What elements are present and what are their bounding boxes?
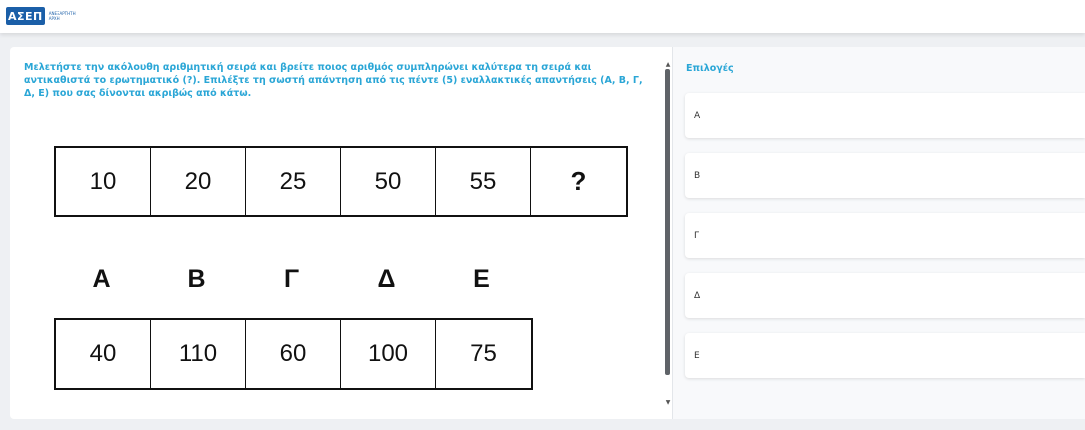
sequence-cell: 25 [246,148,341,215]
sequence-cell: 50 [341,148,436,215]
option-label: Β [694,170,701,181]
logo-caption: ΑΝΕΞΑΡΤΗΤΗ ΑΡΧΗ [49,11,76,21]
option-e[interactable]: Ε [685,333,1085,378]
options-heading: Επιλογές [686,63,734,74]
sequence-cell: 20 [151,148,246,215]
answer-value-cell: 100 [341,320,436,388]
top-bar: ΑΣΕΠ ΑΝΕΞΑΡΤΗΤΗ ΑΡΧΗ [0,0,1085,33]
answer-letter: Α [92,265,111,293]
question-scrollbar[interactable]: ▲ ▼ [664,61,672,407]
scroll-thumb[interactable] [665,69,670,375]
answer-value-cell: 110 [151,320,246,388]
option-label: Ε [694,350,700,361]
asep-logo[interactable]: ΑΣΕΠ ΑΝΕΞΑΡΤΗΤΗ ΑΡΧΗ [6,6,76,26]
logo-caption-line2: ΑΡΧΗ [48,16,60,21]
answer-values-table: 40 110 60 100 75 [54,318,533,390]
answer-value-cell: 60 [246,320,341,388]
option-d[interactable]: Δ [685,273,1085,318]
question-text: Μελετήστε την ακόλουθη αριθμητική σειρά … [24,62,643,99]
answer-letters: Α Β Γ Δ Ε [54,265,529,294]
option-label: Α [694,110,701,121]
answer-letter: Δ [377,265,396,293]
answer-value-cell: 75 [470,340,497,367]
sequence-cell: 10 [56,148,151,215]
sequence-cell: 55 [436,148,531,215]
option-label: Δ [694,290,701,301]
scroll-down-arrow-icon[interactable]: ▼ [664,399,672,407]
option-label: Γ [694,230,700,241]
sequence-cell-unknown: ? [570,166,587,196]
sequence-table: 10 20 25 50 55 ? [54,146,628,217]
question-panel: Μελετήστε την ακόλουθη αριθμητική σειρά … [10,47,672,419]
options-panel: Επιλογές Α Β Γ Δ Ε [673,47,1085,419]
answer-value-cell: 40 [56,320,151,388]
logo-mark: ΑΣΕΠ [6,7,45,25]
option-b[interactable]: Β [685,153,1085,198]
scroll-up-arrow-icon[interactable]: ▲ [664,61,672,69]
answer-letter: Ε [473,265,490,293]
option-a[interactable]: Α [685,93,1085,138]
answer-letter: Β [187,265,206,293]
option-c[interactable]: Γ [685,213,1085,258]
answer-letter: Γ [283,265,300,293]
